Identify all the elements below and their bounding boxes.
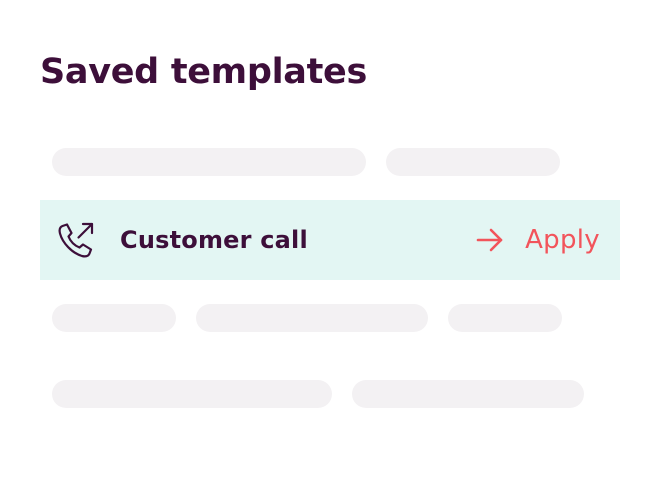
placeholder-bar [196, 304, 428, 332]
template-name: Customer call [120, 226, 308, 254]
apply-label: Apply [525, 225, 600, 255]
page-title: Saved templates [40, 52, 368, 92]
placeholder-bar [52, 304, 176, 332]
arrow-right-icon [476, 228, 503, 252]
template-row-selected[interactable]: Customer call Apply [40, 200, 620, 280]
placeholder-bar [52, 148, 366, 176]
placeholder-bar [352, 380, 584, 408]
placeholder-bar [448, 304, 562, 332]
placeholder-bar [52, 380, 332, 408]
apply-button[interactable]: Apply [475, 225, 600, 255]
placeholder-bar [386, 148, 560, 176]
phone-outgoing-icon [58, 222, 94, 258]
